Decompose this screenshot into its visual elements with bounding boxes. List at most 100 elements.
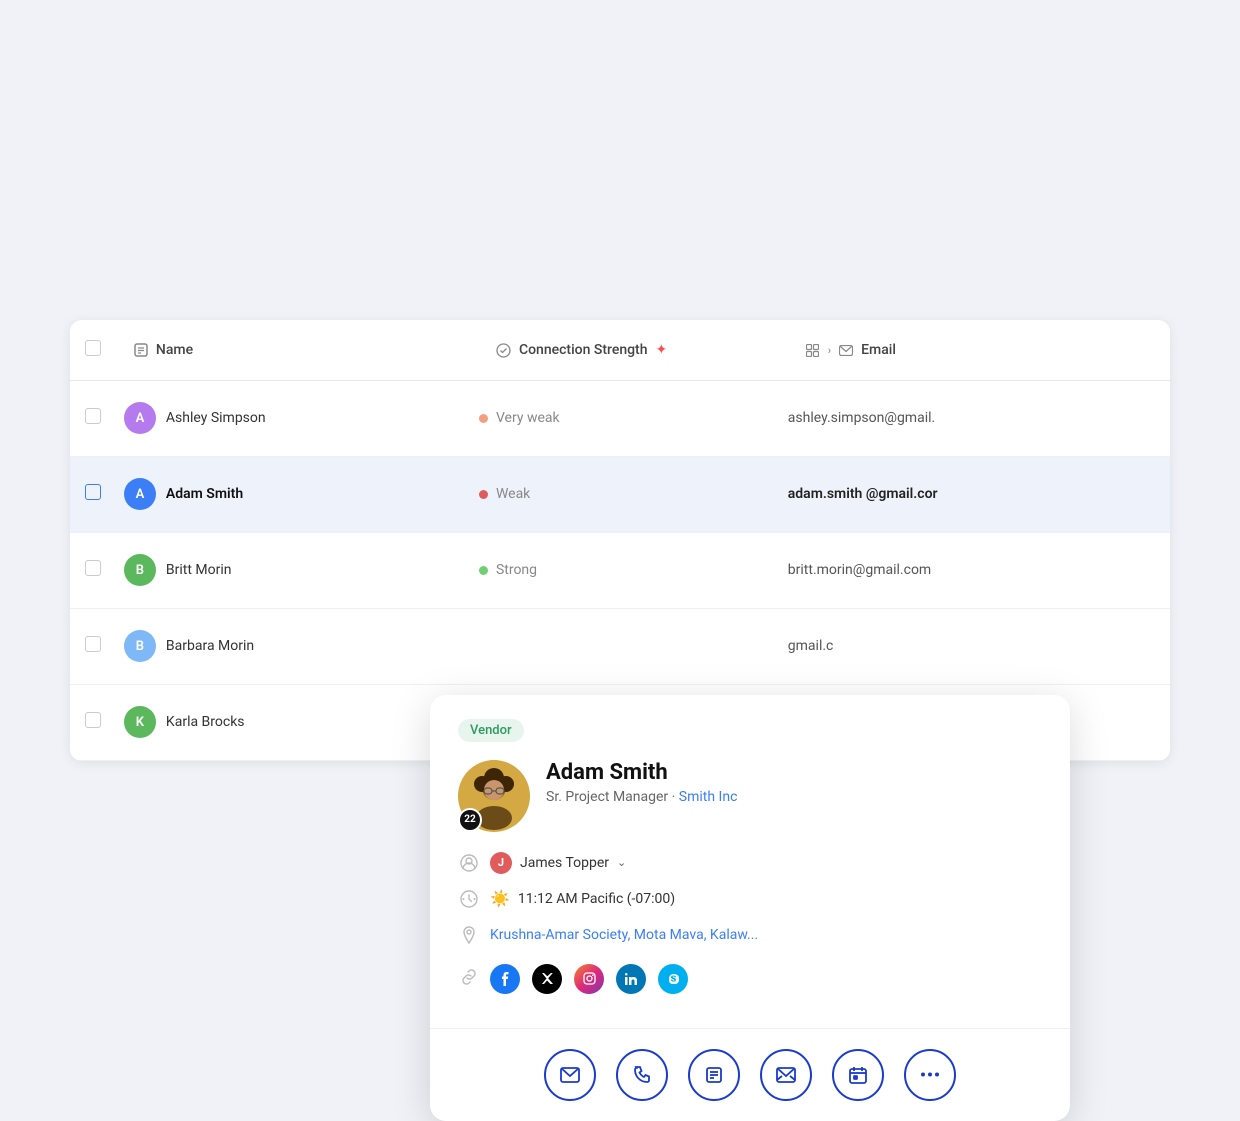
time-icon <box>458 888 480 910</box>
row-name-text: Barbara Morin <box>166 638 254 654</box>
main-container: Name Connection Strength <box>70 320 1170 761</box>
row-name-text: Britt Morin <box>166 562 232 578</box>
message-action-button[interactable] <box>760 1049 812 1101</box>
phone-action-button[interactable] <box>616 1049 668 1101</box>
row-avatar: B <box>124 554 156 586</box>
row-name-text: Ashley Simpson <box>166 410 266 426</box>
row-checkbox-cell <box>70 456 116 532</box>
row-strength-cell: Weak <box>479 456 788 532</box>
header-checkbox-cell <box>70 320 116 380</box>
row-checkbox-cell <box>70 532 116 608</box>
row-strength-cell: Strong <box>479 532 788 608</box>
time-content: ☀️ 11:12 AM Pacific (-07:00) <box>490 889 675 908</box>
note-action-button[interactable] <box>688 1049 740 1101</box>
arrow-icon: › <box>828 344 831 357</box>
calendar-action-button[interactable] <box>832 1049 884 1101</box>
row-checkbox-cell <box>70 380 116 456</box>
more-action-button[interactable] <box>904 1049 956 1101</box>
row-email-cell: gmail.c <box>788 608 1170 684</box>
location-row: Krushna-Amar Society, Mota Mava, Kalaw..… <box>458 924 1042 946</box>
linkedin-icon[interactable] <box>616 964 646 994</box>
col-name-label: Name <box>156 342 193 358</box>
vendor-tag: Vendor <box>458 719 524 742</box>
company-link[interactable]: Smith Inc <box>679 789 738 805</box>
table-row[interactable]: B Barbara Morin gmail.c <box>70 608 1170 684</box>
row-checkbox[interactable] <box>85 560 101 576</box>
row-checkbox[interactable] <box>85 636 101 652</box>
table-header-row: Name Connection Strength <box>70 320 1170 380</box>
row-checkbox[interactable] <box>85 484 101 500</box>
row-email-cell: adam.smith @gmail.cor <box>788 456 1170 532</box>
row-checkbox[interactable] <box>85 408 101 424</box>
row-name-text: Adam Smith <box>166 486 243 502</box>
title-separator: · <box>672 789 679 805</box>
strength-text: Weak <box>496 486 530 502</box>
owner-icon <box>458 852 480 874</box>
row-name-text: Karla Brocks <box>166 714 245 730</box>
owner-content: J James Topper ⌄ <box>490 852 626 874</box>
row-avatar: K <box>124 706 156 738</box>
row-name-cell: B Britt Morin <box>116 532 479 608</box>
strength-inner: Strong <box>479 562 788 578</box>
col-header-email: › Email <box>788 320 1170 380</box>
strength-inner: Very weak <box>479 410 788 426</box>
mail-col-icon <box>837 341 855 359</box>
strength-dot <box>479 414 488 423</box>
row-strength-cell <box>479 608 788 684</box>
person-info: Adam Smith Sr. Project Manager · Smith I… <box>546 760 1042 805</box>
select-all-checkbox[interactable] <box>85 340 101 356</box>
strength-dot <box>479 566 488 575</box>
strength-text: Very weak <box>496 410 560 426</box>
col-email-label: Email <box>861 342 896 358</box>
row-avatar: A <box>124 402 156 434</box>
col-header-name: Name <box>116 320 479 380</box>
sun-emoji: ☀️ <box>490 889 510 908</box>
owner-row: J James Topper ⌄ <box>458 852 1042 874</box>
contact-popup-card: Vendor <box>430 695 1070 1121</box>
location-text[interactable]: Krushna-Amar Society, Mota Mava, Kalaw..… <box>490 927 758 943</box>
row-checkbox-cell <box>70 684 116 760</box>
row-checkbox[interactable] <box>85 712 101 728</box>
twitter-x-icon[interactable] <box>532 964 562 994</box>
row-name-cell: K Karla Brocks <box>116 684 479 760</box>
strength-inner: Weak <box>479 486 788 502</box>
instagram-icon[interactable] <box>574 964 604 994</box>
avatar-badge: 22 <box>458 808 482 832</box>
col-header-strength: Connection Strength ✦ <box>479 320 788 380</box>
popup-body: Vendor <box>430 695 1070 1028</box>
time-text: 11:12 AM Pacific (-07:00) <box>518 891 675 907</box>
strength-text: Strong <box>496 562 537 578</box>
table-row[interactable]: A Adam Smith Weak adam.smith @gmail.cor <box>70 456 1170 532</box>
location-content: Krushna-Amar Society, Mota Mava, Kalaw..… <box>490 927 758 943</box>
col-strength-label: Connection Strength <box>519 342 648 358</box>
row-email-cell: ashley.simpson@gmail. <box>788 380 1170 456</box>
row-avatar: B <box>124 630 156 662</box>
strength-dot <box>479 490 488 499</box>
social-row <box>458 960 1042 994</box>
check-circle-icon <box>495 341 513 359</box>
skype-icon[interactable] <box>658 964 688 994</box>
email-action-button[interactable] <box>544 1049 596 1101</box>
sparkle-icon: ✦ <box>656 342 668 358</box>
chevron-down-icon[interactable]: ⌄ <box>617 856 626 869</box>
row-strength-cell: Very weak <box>479 380 788 456</box>
text-icon <box>132 341 150 359</box>
person-name: Adam Smith <box>546 760 1042 785</box>
time-row: ☀️ 11:12 AM Pacific (-07:00) <box>458 888 1042 910</box>
row-avatar: A <box>124 478 156 510</box>
row-name-cell: A Adam Smith <box>116 456 479 532</box>
facebook-icon[interactable] <box>490 964 520 994</box>
table-row[interactable]: B Britt Morin Strong britt.morin@gmail.c… <box>70 532 1170 608</box>
person-title-text: Sr. Project Manager <box>546 789 668 805</box>
avatar-large-wrapper: 22 <box>458 760 530 832</box>
link-icon <box>458 966 480 988</box>
action-bar <box>430 1028 1070 1121</box>
table-row[interactable]: A Ashley Simpson Very weak ashley.simpso… <box>70 380 1170 456</box>
social-icons-row <box>490 964 688 994</box>
owner-name: James Topper <box>520 855 609 871</box>
grid-icon <box>804 341 822 359</box>
owner-avatar: J <box>490 852 512 874</box>
row-checkbox-cell <box>70 608 116 684</box>
person-header: 22 Adam Smith Sr. Project Manager · Smit… <box>458 760 1042 832</box>
person-title: Sr. Project Manager · Smith Inc <box>546 789 1042 805</box>
